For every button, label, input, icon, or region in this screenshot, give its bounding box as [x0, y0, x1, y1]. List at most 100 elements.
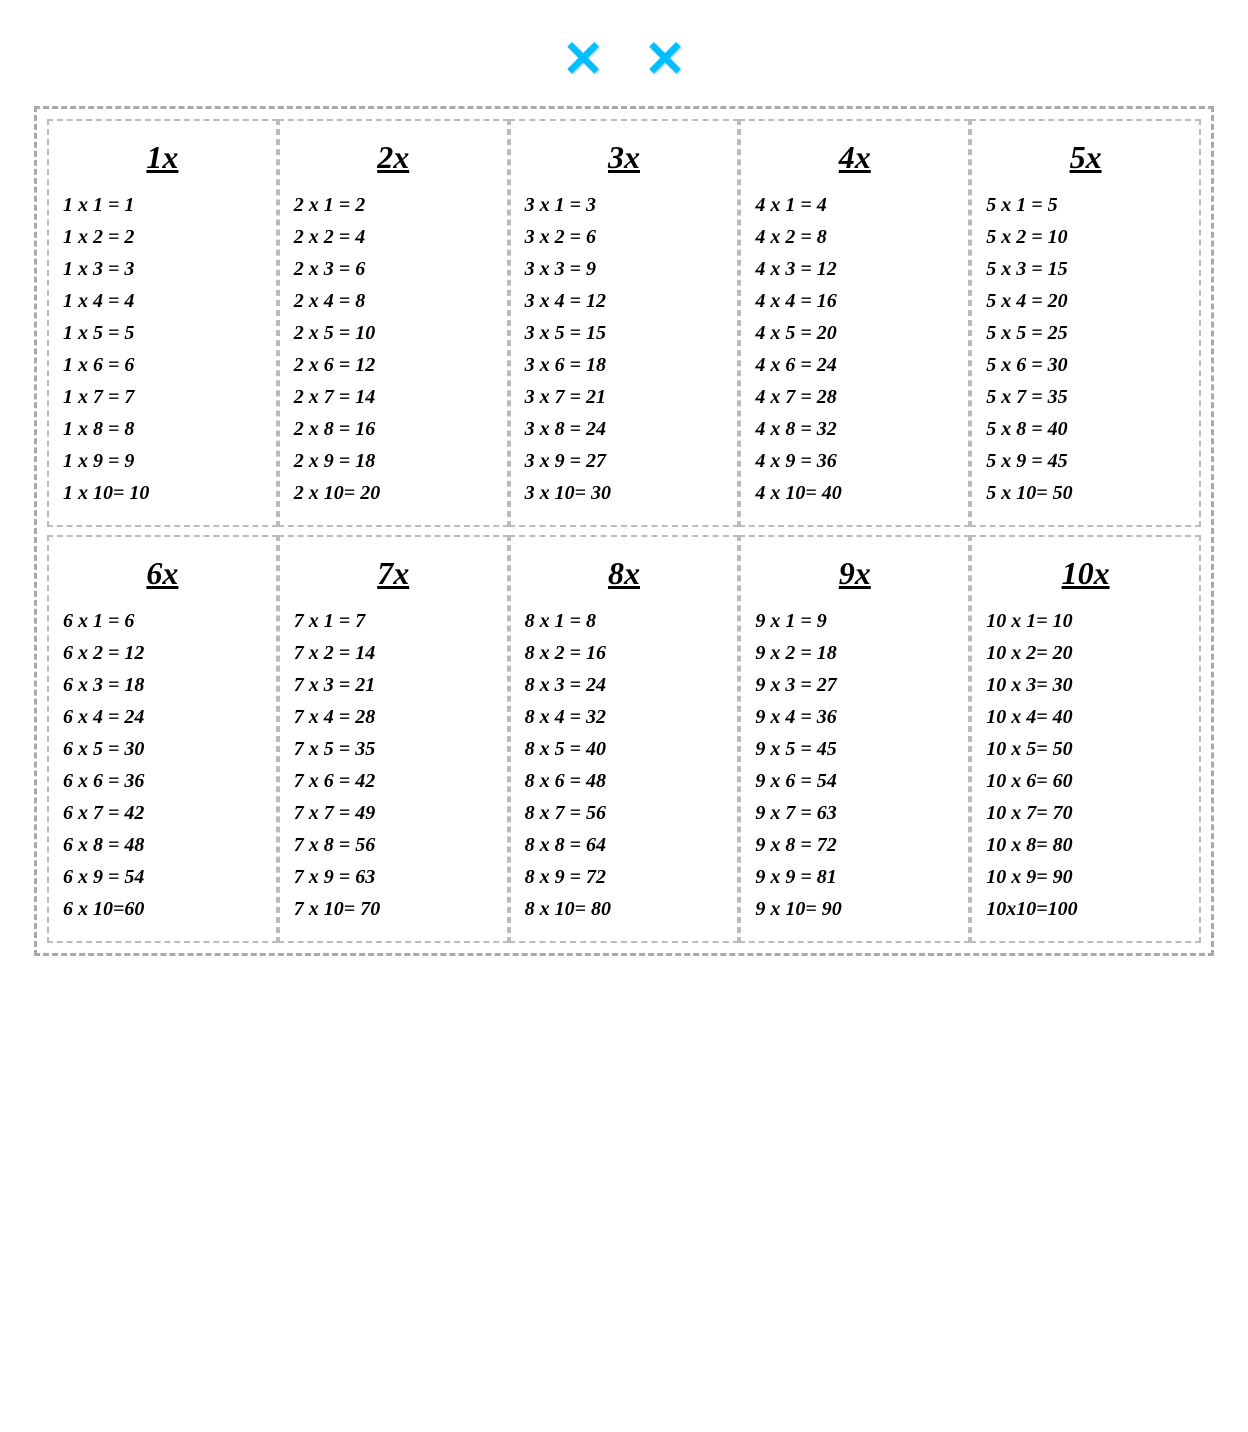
equation-line: 10 x 9= 90 — [986, 862, 1185, 893]
multiplier-header-6x: 6x — [63, 555, 262, 592]
row-separator — [47, 527, 1201, 535]
equation-line: 4 x 6 = 24 — [755, 350, 954, 381]
equation-line: 5 x 3 = 15 — [986, 254, 1185, 285]
equation-line: 5 x 9 = 45 — [986, 446, 1185, 477]
equation-line: 2 x 5 = 10 — [294, 318, 493, 349]
multiplier-header-5x: 5x — [986, 139, 1185, 176]
equation-line: 6 x 7 = 42 — [63, 798, 262, 829]
multiplier-header-9x: 9x — [755, 555, 954, 592]
equation-line: 10 x 8= 80 — [986, 830, 1185, 861]
equation-line: 4 x 5 = 20 — [755, 318, 954, 349]
equation-line: 6 x 1 = 6 — [63, 606, 262, 637]
multiplier-header-4x: 4x — [755, 139, 954, 176]
equation-line: 1 x 5 = 5 — [63, 318, 262, 349]
equation-line: 6 x 10=60 — [63, 894, 262, 925]
equation-line: 2 x 2 = 4 — [294, 222, 493, 253]
equation-line: 6 x 2 = 12 — [63, 638, 262, 669]
equation-line: 10 x 6= 60 — [986, 766, 1185, 797]
equation-line: 4 x 7 = 28 — [755, 382, 954, 413]
equation-line: 7 x 10= 70 — [294, 894, 493, 925]
equations-5x: 5 x 1 = 55 x 2 = 105 x 3 = 155 x 4 = 205… — [986, 190, 1185, 509]
equation-line: 2 x 8 = 16 — [294, 414, 493, 445]
multiplication-grid: 1x1 x 1 = 11 x 2 = 21 x 3 = 31 x 4 = 41 … — [47, 119, 1201, 943]
equation-line: 10 x 1= 10 — [986, 606, 1185, 637]
equation-line: 10x10=100 — [986, 894, 1185, 925]
multiplier-header-10x: 10x — [986, 555, 1185, 592]
equation-line: 2 x 10= 20 — [294, 478, 493, 509]
equation-line: 6 x 3 = 18 — [63, 670, 262, 701]
table-cell-6x: 6x 6 x 1 = 66 x 2 = 126 x 3 = 186 x 4 = 2… — [47, 535, 278, 943]
equation-line: 4 x 1 = 4 — [755, 190, 954, 221]
equation-line: 6 x 8 = 48 — [63, 830, 262, 861]
equation-line: 2 x 7 = 14 — [294, 382, 493, 413]
equation-line: 7 x 8 = 56 — [294, 830, 493, 861]
equation-line: 4 x 8 = 32 — [755, 414, 954, 445]
equation-line: 8 x 5 = 40 — [525, 734, 724, 765]
equations-7x: 7 x 1 = 77 x 2 = 147 x 3 = 217 x 4 = 287… — [294, 606, 493, 925]
equation-line: 8 x 1 = 8 — [525, 606, 724, 637]
equation-line: 6 x 6 = 36 — [63, 766, 262, 797]
table-row-2: 6x 6 x 1 = 66 x 2 = 126 x 3 = 186 x 4 = 2… — [47, 535, 1201, 943]
main-container: 1x1 x 1 = 11 x 2 = 21 x 3 = 31 x 4 = 41 … — [34, 106, 1214, 956]
equation-line: 8 x 6 = 48 — [525, 766, 724, 797]
equation-line: 10 x 2= 20 — [986, 638, 1185, 669]
equation-line: 4 x 2 = 8 — [755, 222, 954, 253]
equation-line: 2 x 9 = 18 — [294, 446, 493, 477]
table-cell-5x: 5x 5 x 1 = 55 x 2 = 105 x 3 = 155 x 4 = 2… — [970, 119, 1201, 527]
equation-line: 1 x 4 = 4 — [63, 286, 262, 317]
equation-line: 8 x 2 = 16 — [525, 638, 724, 669]
equations-3x: 3 x 1 = 33 x 2 = 63 x 3 = 93 x 4 = 123 x… — [525, 190, 724, 509]
equation-line: 5 x 2 = 10 — [986, 222, 1185, 253]
equation-line: 1 x 1 = 1 — [63, 190, 262, 221]
equation-line: 5 x 10= 50 — [986, 478, 1185, 509]
equation-line: 3 x 1 = 3 — [525, 190, 724, 221]
equation-line: 10 x 7= 70 — [986, 798, 1185, 829]
equation-line: 7 x 2 = 14 — [294, 638, 493, 669]
multiplier-header-8x: 8x — [525, 555, 724, 592]
equation-line: 9 x 1 = 9 — [755, 606, 954, 637]
equation-line: 1 x 7 = 7 — [63, 382, 262, 413]
equation-line: 6 x 9 = 54 — [63, 862, 262, 893]
equation-line: 3 x 4 = 12 — [525, 286, 724, 317]
equation-line: 1 x 10= 10 — [63, 478, 262, 509]
equation-line: 3 x 7 = 21 — [525, 382, 724, 413]
equation-line: 2 x 1 = 2 — [294, 190, 493, 221]
equation-line: 8 x 7 = 56 — [525, 798, 724, 829]
right-x-icon: ✕ — [644, 30, 686, 88]
equation-line: 4 x 10= 40 — [755, 478, 954, 509]
equation-line: 10 x 5= 50 — [986, 734, 1185, 765]
equations-10x: 10 x 1= 1010 x 2= 2010 x 3= 3010 x 4= 40… — [986, 606, 1185, 925]
equations-4x: 4 x 1 = 44 x 2 = 84 x 3 = 124 x 4 = 164 … — [755, 190, 954, 509]
equation-line: 4 x 3 = 12 — [755, 254, 954, 285]
equation-line: 9 x 8 = 72 — [755, 830, 954, 861]
equation-line: 1 x 8 = 8 — [63, 414, 262, 445]
equation-line: 7 x 3 = 21 — [294, 670, 493, 701]
equation-line: 9 x 5 = 45 — [755, 734, 954, 765]
equation-line: 5 x 7 = 35 — [986, 382, 1185, 413]
equations-2x: 2 x 1 = 22 x 2 = 42 x 3 = 62 x 4 = 82 x … — [294, 190, 493, 509]
equation-line: 4 x 4 = 16 — [755, 286, 954, 317]
table-cell-3x: 3x3 x 1 = 33 x 2 = 63 x 3 = 93 x 4 = 123… — [509, 119, 740, 527]
equation-line: 10 x 4= 40 — [986, 702, 1185, 733]
equation-line: 6 x 4 = 24 — [63, 702, 262, 733]
equations-9x: 9 x 1 = 99 x 2 = 189 x 3 = 279 x 4 = 369… — [755, 606, 954, 925]
multiplier-header-1x: 1x — [63, 139, 262, 176]
equations-8x: 8 x 1 = 88 x 2 = 168 x 3 = 248 x 4 = 328… — [525, 606, 724, 925]
equation-line: 5 x 6 = 30 — [986, 350, 1185, 381]
equation-line: 8 x 8 = 64 — [525, 830, 724, 861]
equation-line: 9 x 2 = 18 — [755, 638, 954, 669]
table-cell-2x: 2x 2 x 1 = 22 x 2 = 42 x 3 = 62 x 4 = 82 … — [278, 119, 509, 527]
equation-line: 8 x 3 = 24 — [525, 670, 724, 701]
multiplier-header-2x: 2x — [294, 139, 493, 176]
equation-line: 8 x 9 = 72 — [525, 862, 724, 893]
page-header: ✕ ✕ — [562, 30, 686, 88]
equation-line: 5 x 1 = 5 — [986, 190, 1185, 221]
equation-line: 2 x 4 = 8 — [294, 286, 493, 317]
equation-line: 2 x 6 = 12 — [294, 350, 493, 381]
equation-line: 3 x 6 = 18 — [525, 350, 724, 381]
equation-line: 1 x 9 = 9 — [63, 446, 262, 477]
equation-line: 3 x 8 = 24 — [525, 414, 724, 445]
table-cell-8x: 8x 8 x 1 = 88 x 2 = 168 x 3 = 248 x 4 = 3… — [509, 535, 740, 943]
equations-6x: 6 x 1 = 66 x 2 = 126 x 3 = 186 x 4 = 24 6… — [63, 606, 262, 925]
equation-line: 1 x 2 = 2 — [63, 222, 262, 253]
